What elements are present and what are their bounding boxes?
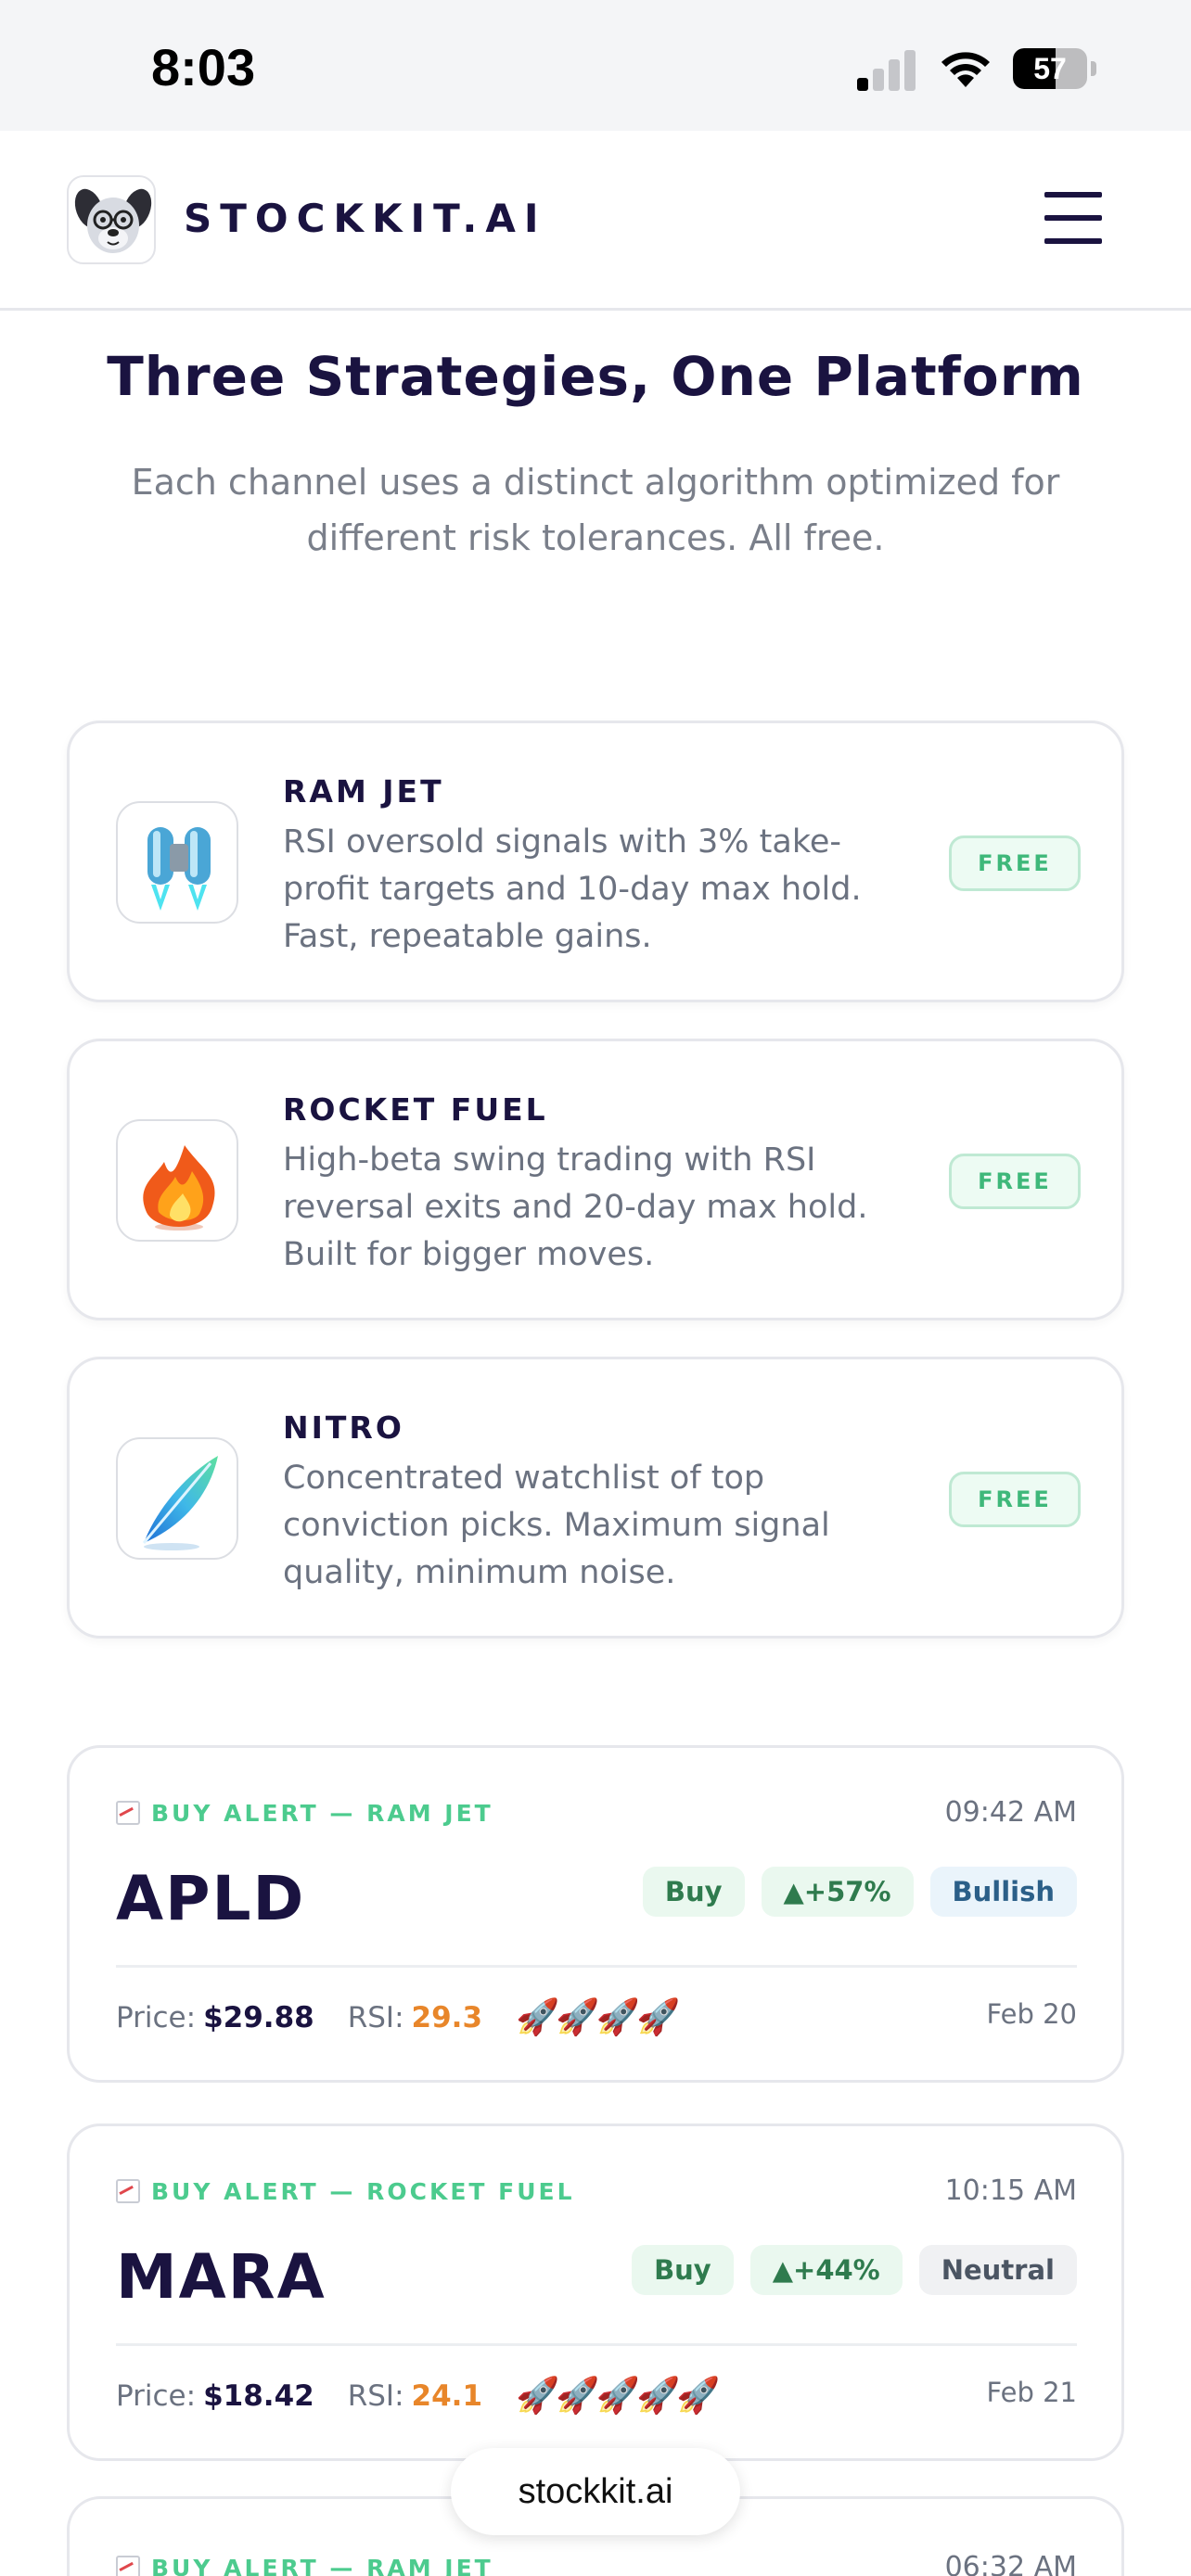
strategy-description: Concentrated watchlist of top conviction… (283, 1460, 830, 1591)
free-badge: FREE (949, 835, 1081, 891)
alert-tags: Buy ▲+57% Bullish (642, 1867, 1077, 1917)
alert-ticker: APLD (116, 1863, 306, 1934)
sentiment-badge: Neutral (918, 2245, 1077, 2295)
url-bar[interactable]: stockkit.ai (451, 2448, 740, 2535)
alert-label: BUY ALERT — ROCKET FUEL (116, 2178, 575, 2205)
alert-card-apld[interactable]: BUY ALERT — RAM JET 09:42 AM APLD Buy ▲+… (67, 1745, 1124, 2083)
strategy-name: NITRO (283, 1409, 404, 1446)
alert-label: BUY ALERT — RAM JET (116, 1800, 493, 1827)
alert-stats: Price: $29.88 RSI: 29.3 🚀🚀🚀🚀 (116, 1996, 680, 2037)
alert-card-mara[interactable]: BUY ALERT — ROCKET FUEL 10:15 AM MARA Bu… (67, 2123, 1124, 2461)
alert-ticker: MARA (116, 2241, 327, 2313)
alert-rsi: 29.3 (411, 2000, 483, 2034)
divider (116, 1965, 1077, 1968)
alert-price: $18.42 (203, 2378, 314, 2413)
signal-icon (857, 48, 916, 91)
battery-icon: 57 (1013, 48, 1087, 89)
alert-time: 09:42 AM (944, 1796, 1077, 1829)
jetpack-icon (116, 801, 238, 924)
status-time: 8:03 (151, 38, 256, 96)
change-badge: ▲+44% (749, 2245, 903, 2295)
strategy-card-rocket-fuel[interactable]: ROCKET FUEL High-beta swing trading with… (67, 1039, 1124, 1320)
strategy-card-ram-jet[interactable]: RAM JET RSI oversold signals with 3% tak… (67, 721, 1124, 1002)
rocket-rating-icons: 🚀🚀🚀🚀 (516, 1996, 680, 2037)
site-header: STOCKKIT.AI (0, 131, 1191, 311)
hamburger-menu-icon[interactable] (1044, 192, 1102, 244)
wifi-icon (941, 52, 990, 87)
alert-time: 06:32 AM (944, 2551, 1077, 2576)
brand-name[interactable]: STOCKKIT.AI (184, 196, 547, 241)
strategy-description: High-beta swing trading with RSI reversa… (283, 1141, 868, 1273)
action-badge: Buy (642, 1867, 745, 1917)
alert-rsi: 24.1 (411, 2378, 483, 2413)
dog-logo-icon[interactable] (67, 175, 156, 264)
strategy-description: RSI oversold signals with 3% take-profit… (283, 823, 862, 955)
free-badge: FREE (949, 1154, 1081, 1209)
page-subtitle: Each channel uses a distinct algorithm o… (131, 462, 1060, 558)
divider (116, 2343, 1077, 2346)
rocket-rating-icons: 🚀🚀🚀🚀🚀 (516, 2375, 721, 2416)
alert-price: $29.88 (203, 2000, 314, 2034)
action-badge: Buy (632, 2245, 734, 2295)
chart-increasing-icon (116, 2179, 140, 2203)
alert-stats: Price: $18.42 RSI: 24.1 🚀🚀🚀🚀🚀 (116, 2375, 721, 2416)
alert-date: Feb 21 (986, 2377, 1077, 2408)
chart-increasing-icon (116, 2556, 140, 2576)
page-title: Three Strategies, One Platform (107, 345, 1084, 408)
strategy-name: ROCKET FUEL (283, 1091, 548, 1128)
alert-label: BUY ALERT — RAM JET (116, 2555, 493, 2576)
fire-icon (116, 1119, 238, 1242)
chart-increasing-icon (116, 1801, 140, 1825)
change-badge: ▲+57% (761, 1867, 914, 1917)
battery-percent: 57 (1033, 52, 1067, 85)
status-bar: 8:03 57 (0, 0, 1191, 131)
feather-icon (116, 1437, 238, 1560)
alert-time: 10:15 AM (944, 2174, 1077, 2207)
alert-date: Feb 20 (986, 1998, 1077, 2030)
strategy-card-nitro[interactable]: NITRO Concentrated watchlist of top conv… (67, 1357, 1124, 1639)
free-badge: FREE (949, 1472, 1081, 1527)
alert-tags: Buy ▲+44% Neutral (632, 2245, 1077, 2295)
strategy-name: RAM JET (283, 773, 444, 810)
sentiment-badge: Bullish (929, 1867, 1077, 1917)
